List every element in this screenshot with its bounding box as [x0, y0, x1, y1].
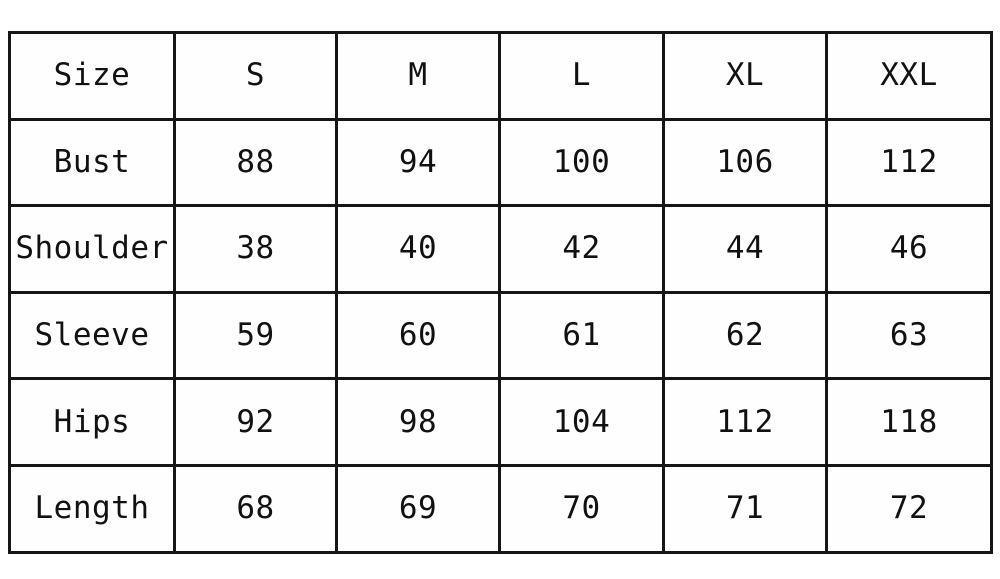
cell-bust-s: 88 [173, 117, 338, 208]
cell-length-xxl: 72 [825, 463, 993, 554]
cell-shoulder-xl: 44 [662, 204, 828, 294]
cell-length-m: 69 [335, 463, 501, 554]
cell-bust-xxl: 112 [825, 117, 993, 208]
header-cell-l: L [498, 31, 665, 121]
table-row: Bust 88 94 100 106 112 [8, 117, 993, 208]
header-cell-m: M [335, 31, 501, 121]
row-header-hips: Hips [8, 377, 176, 467]
cell-shoulder-xxl: 46 [825, 204, 993, 294]
cell-hips-s: 92 [173, 377, 338, 467]
cell-sleeve-xxl: 63 [825, 290, 993, 381]
cell-length-l: 70 [498, 463, 665, 554]
cell-bust-l: 100 [498, 117, 665, 208]
table-row: Shoulder 38 40 42 44 46 [8, 204, 993, 294]
cell-hips-xl: 112 [662, 377, 828, 467]
table-row: Sleeve 59 60 61 62 63 [8, 290, 993, 381]
header-cell-size: Size [8, 31, 176, 121]
cell-length-s: 68 [173, 463, 338, 554]
header-cell-xxl: XXL [825, 31, 993, 121]
cell-hips-xxl: 118 [825, 377, 993, 467]
cell-sleeve-m: 60 [335, 290, 501, 381]
size-chart-page: Size S M L XL XXL Bust 88 94 100 106 112… [0, 0, 1000, 579]
cell-bust-xl: 106 [662, 117, 828, 208]
row-header-sleeve: Sleeve [8, 290, 176, 381]
row-header-length: Length [8, 463, 176, 554]
row-header-shoulder: Shoulder [8, 204, 176, 294]
row-header-bust: Bust [8, 117, 176, 208]
cell-hips-l: 104 [498, 377, 665, 467]
cell-bust-m: 94 [335, 117, 501, 208]
cell-shoulder-s: 38 [173, 204, 338, 294]
garment-size-chart-table: Size S M L XL XXL Bust 88 94 100 106 112… [8, 31, 993, 554]
table-row: Length 68 69 70 71 72 [8, 463, 993, 554]
cell-length-xl: 71 [662, 463, 828, 554]
table-header-row: Size S M L XL XXL [8, 31, 993, 121]
cell-sleeve-xl: 62 [662, 290, 828, 381]
header-cell-xl: XL [662, 31, 828, 121]
cell-shoulder-m: 40 [335, 204, 501, 294]
header-cell-s: S [173, 31, 338, 121]
cell-shoulder-l: 42 [498, 204, 665, 294]
cell-sleeve-l: 61 [498, 290, 665, 381]
cell-hips-m: 98 [335, 377, 501, 467]
table-row: Hips 92 98 104 112 118 [8, 377, 993, 467]
cell-sleeve-s: 59 [173, 290, 338, 381]
